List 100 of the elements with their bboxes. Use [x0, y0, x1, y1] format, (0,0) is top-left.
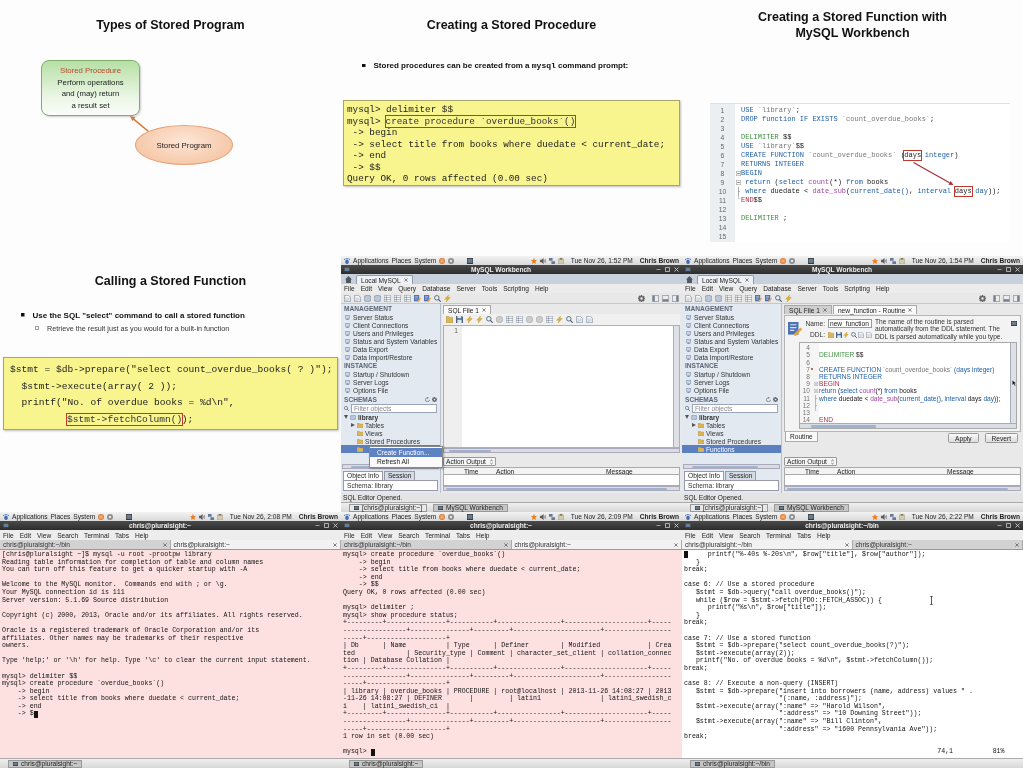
clipboard-icon[interactable] — [216, 513, 223, 520]
minimize-icon[interactable] — [656, 524, 661, 527]
document-pencil-icon[interactable] — [765, 294, 772, 302]
document-icon[interactable] — [858, 331, 865, 338]
table-icon[interactable] — [404, 294, 411, 302]
table-icon[interactable] — [516, 316, 523, 323]
close-icon[interactable] — [333, 542, 337, 547]
lightning-icon[interactable] — [556, 316, 563, 323]
screen-icon[interactable] — [808, 257, 815, 264]
minimize-icon[interactable] — [315, 524, 320, 527]
table-icon[interactable] — [394, 294, 401, 302]
search-icon[interactable] — [486, 316, 493, 323]
star-icon[interactable] — [189, 513, 196, 520]
search-icon[interactable] — [566, 316, 573, 323]
document-icon[interactable] — [586, 316, 593, 323]
close-icon[interactable] — [908, 308, 913, 312]
panel-layout-icon[interactable] — [993, 294, 1000, 302]
table-icon[interactable] — [506, 316, 513, 323]
maximize-icon[interactable] — [1006, 523, 1011, 528]
globe-icon[interactable] — [439, 257, 446, 264]
panel-layout-icon[interactable] — [1003, 294, 1010, 302]
close-icon[interactable] — [674, 542, 678, 547]
screen-icon[interactable] — [126, 513, 133, 520]
table-icon[interactable] — [546, 316, 553, 323]
monitors-icon[interactable] — [548, 257, 555, 264]
panel-layout-icon[interactable] — [662, 294, 669, 302]
ring-icon[interactable] — [789, 257, 796, 264]
collapse-arrow-icon[interactable] — [344, 415, 348, 419]
globe-icon[interactable] — [98, 513, 105, 520]
maximize-icon[interactable] — [324, 523, 329, 528]
collapse-arrow-icon[interactable] — [685, 415, 689, 419]
screen-icon[interactable] — [467, 257, 474, 264]
ring-icon[interactable] — [789, 513, 796, 520]
star-icon[interactable] — [530, 257, 537, 264]
gear-icon[interactable] — [773, 396, 778, 402]
gear-icon[interactable] — [432, 396, 437, 402]
close-icon[interactable] — [844, 542, 849, 547]
gear-icon[interactable] — [638, 294, 645, 302]
document-icon[interactable] — [344, 294, 351, 302]
horizontal-scrollbar[interactable] — [443, 486, 680, 491]
speaker-icon[interactable] — [539, 257, 546, 264]
monitors-icon[interactable] — [548, 513, 555, 520]
horizontal-scrollbar[interactable] — [683, 464, 780, 469]
gear-icon[interactable] — [979, 294, 986, 302]
ring-icon[interactable] — [107, 513, 114, 520]
horizontal-scrollbar[interactable] — [800, 423, 1016, 429]
home-icon[interactable] — [686, 275, 693, 283]
close-icon[interactable] — [403, 278, 408, 282]
footprint-icon[interactable] — [685, 513, 691, 520]
footprint-icon[interactable] — [685, 257, 691, 264]
document-icon[interactable] — [576, 316, 583, 323]
floppy-disk-icon[interactable] — [835, 331, 842, 338]
horizontal-scrollbar[interactable] — [784, 486, 1021, 491]
home-icon[interactable] — [345, 275, 352, 283]
expand-arrow-icon[interactable] — [692, 423, 696, 427]
maximize-icon[interactable] — [665, 523, 670, 528]
screen-icon[interactable] — [808, 513, 815, 520]
document-icon[interactable] — [865, 331, 872, 338]
horizontal-scrollbar[interactable] — [443, 448, 680, 453]
star-icon[interactable] — [530, 513, 537, 520]
table-icon[interactable] — [725, 294, 732, 302]
maximize-icon[interactable] — [665, 267, 670, 272]
minimize-icon[interactable] — [997, 268, 1002, 271]
document-pencil-icon[interactable] — [424, 294, 431, 302]
vertical-scrollbar[interactable] — [1010, 343, 1016, 424]
clipboard-icon[interactable] — [557, 257, 564, 264]
panel-layout-icon[interactable] — [1013, 294, 1020, 302]
refresh-icon[interactable] — [425, 396, 430, 402]
search-icon[interactable] — [850, 331, 857, 338]
close-icon[interactable] — [744, 278, 749, 282]
speaker-icon[interactable] — [880, 257, 887, 264]
close-icon[interactable] — [481, 308, 486, 312]
footprint-icon[interactable] — [3, 513, 9, 520]
speaker-icon[interactable] — [198, 513, 205, 520]
ring-icon[interactable] — [448, 257, 455, 264]
star-icon[interactable] — [871, 513, 878, 520]
screen-icon[interactable] — [1011, 321, 1017, 327]
table-icon[interactable] — [384, 294, 391, 302]
clipboard-icon[interactable] — [557, 513, 564, 520]
footprint-icon[interactable] — [344, 513, 350, 520]
globe-icon[interactable] — [439, 513, 446, 520]
folder-icon[interactable] — [446, 316, 453, 323]
speaker-icon[interactable] — [880, 513, 887, 520]
minimize-icon[interactable] — [656, 268, 661, 271]
panel-layout-icon[interactable] — [672, 294, 679, 302]
document-icon[interactable] — [354, 294, 361, 302]
search-icon[interactable] — [434, 294, 441, 302]
globe-icon[interactable] — [780, 257, 787, 264]
table-icon[interactable] — [745, 294, 752, 302]
refresh-icon[interactable] — [766, 396, 771, 402]
search-icon[interactable] — [775, 294, 782, 302]
speaker-icon[interactable] — [539, 513, 546, 520]
minimize-icon[interactable] — [997, 524, 1002, 527]
ring-icon[interactable] — [448, 513, 455, 520]
floppy-disk-icon[interactable] — [456, 316, 463, 323]
document-pencil-icon[interactable] — [755, 294, 762, 302]
screen-icon[interactable] — [467, 513, 474, 520]
table-icon[interactable] — [735, 294, 742, 302]
monitors-icon[interactable] — [889, 513, 896, 520]
monitors-icon[interactable] — [889, 257, 896, 264]
